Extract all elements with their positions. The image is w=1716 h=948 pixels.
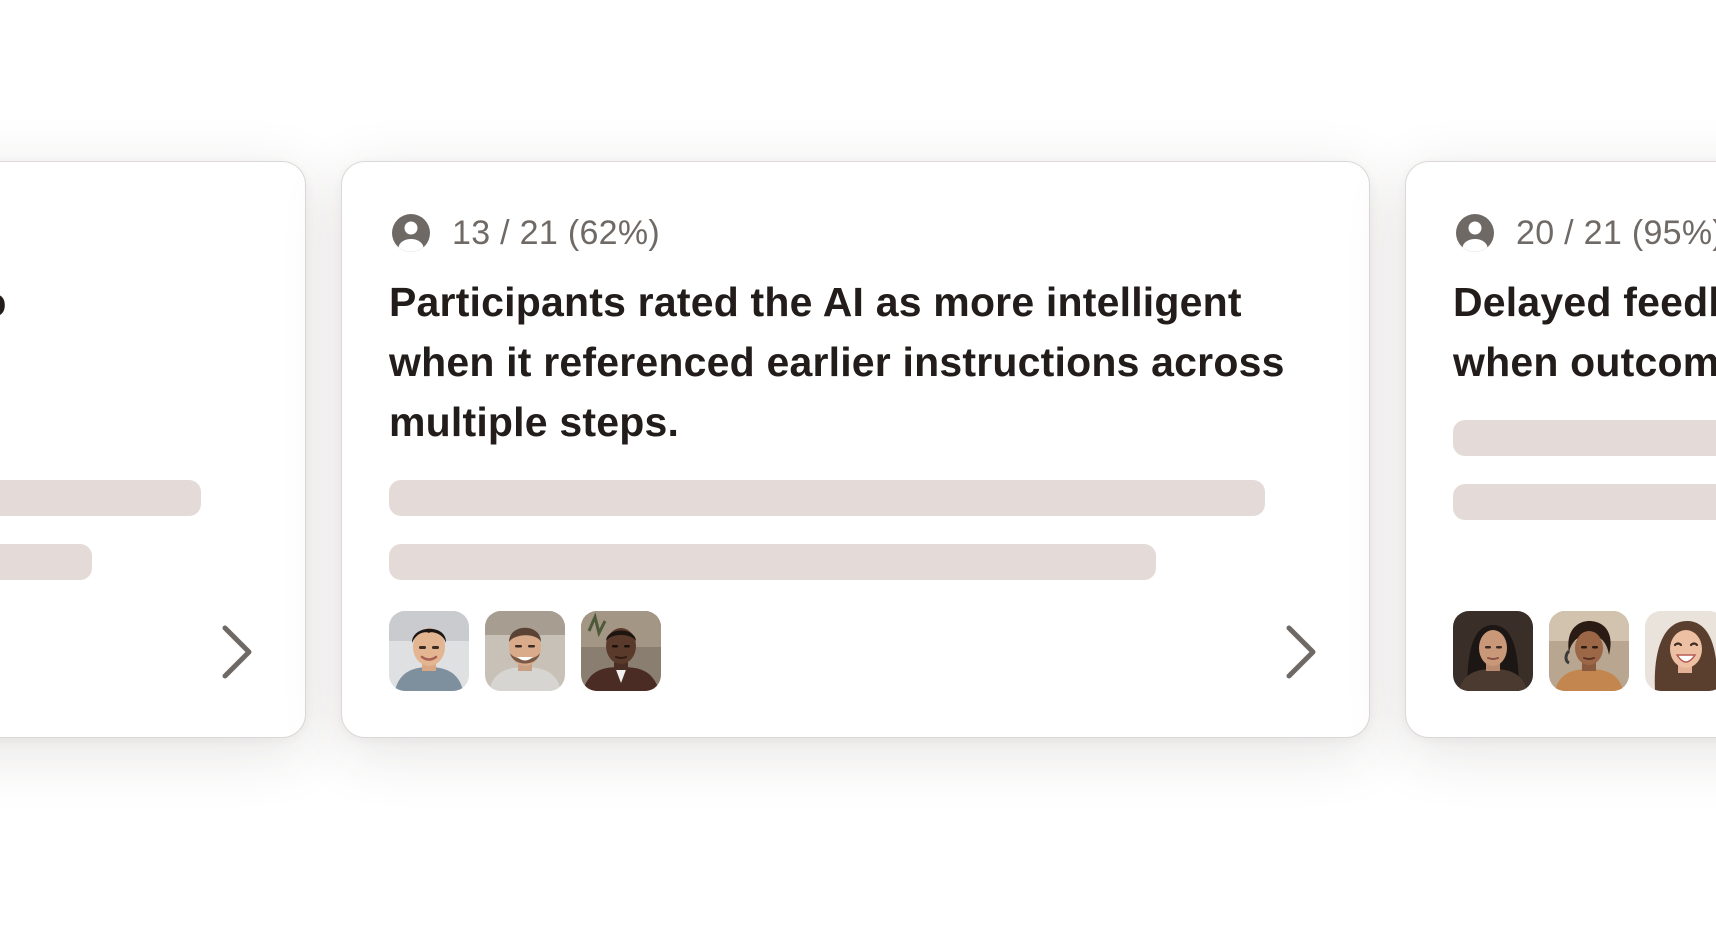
stat-count: 20 / 21 (95%) xyxy=(1516,213,1716,252)
participant-avatars xyxy=(389,611,661,691)
placeholder-bar xyxy=(389,480,1265,516)
placeholder-bar xyxy=(0,544,92,580)
findings-carousel: Participants used trial-and-error to 13 … xyxy=(0,0,1716,948)
next-button[interactable] xyxy=(205,620,269,684)
participant-avatars xyxy=(1453,611,1716,691)
stat-count: 13 / 21 (62%) xyxy=(452,213,661,252)
participant-avatar[interactable] xyxy=(389,611,469,691)
participant-avatar[interactable] xyxy=(1549,611,1629,691)
participant-avatar[interactable] xyxy=(1645,611,1716,691)
finding-text: Participants used trial-and-error to xyxy=(0,272,245,332)
stat-row: 13 / 21 (62%) xyxy=(390,212,660,254)
placeholder-bar xyxy=(1453,420,1716,456)
placeholder-bar xyxy=(389,544,1156,580)
finding-card[interactable]: Participants used trial-and-error to xyxy=(0,161,306,738)
chevron-right-icon xyxy=(1286,625,1316,679)
chevron-right-icon xyxy=(222,625,252,679)
next-button[interactable] xyxy=(1269,620,1333,684)
placeholder-bar xyxy=(1453,484,1716,520)
participant-avatar[interactable] xyxy=(1453,611,1533,691)
finding-text: Participants rated the AI as more intell… xyxy=(389,279,1285,445)
finding-card[interactable]: 20 / 21 (95%) Delayed feedback frustrate… xyxy=(1405,161,1716,738)
user-circle-icon xyxy=(1456,214,1494,252)
participant-avatar[interactable] xyxy=(485,611,565,691)
stat-row: 20 / 21 (95%) xyxy=(1454,212,1716,254)
finding-text: Delayed feedback frustrated participants… xyxy=(1453,279,1716,385)
finding-card[interactable]: 13 / 21 (62%) Participants rated the AI … xyxy=(341,161,1370,738)
user-circle-icon xyxy=(392,214,430,252)
participant-avatar[interactable] xyxy=(581,611,661,691)
placeholder-bar xyxy=(0,480,201,516)
